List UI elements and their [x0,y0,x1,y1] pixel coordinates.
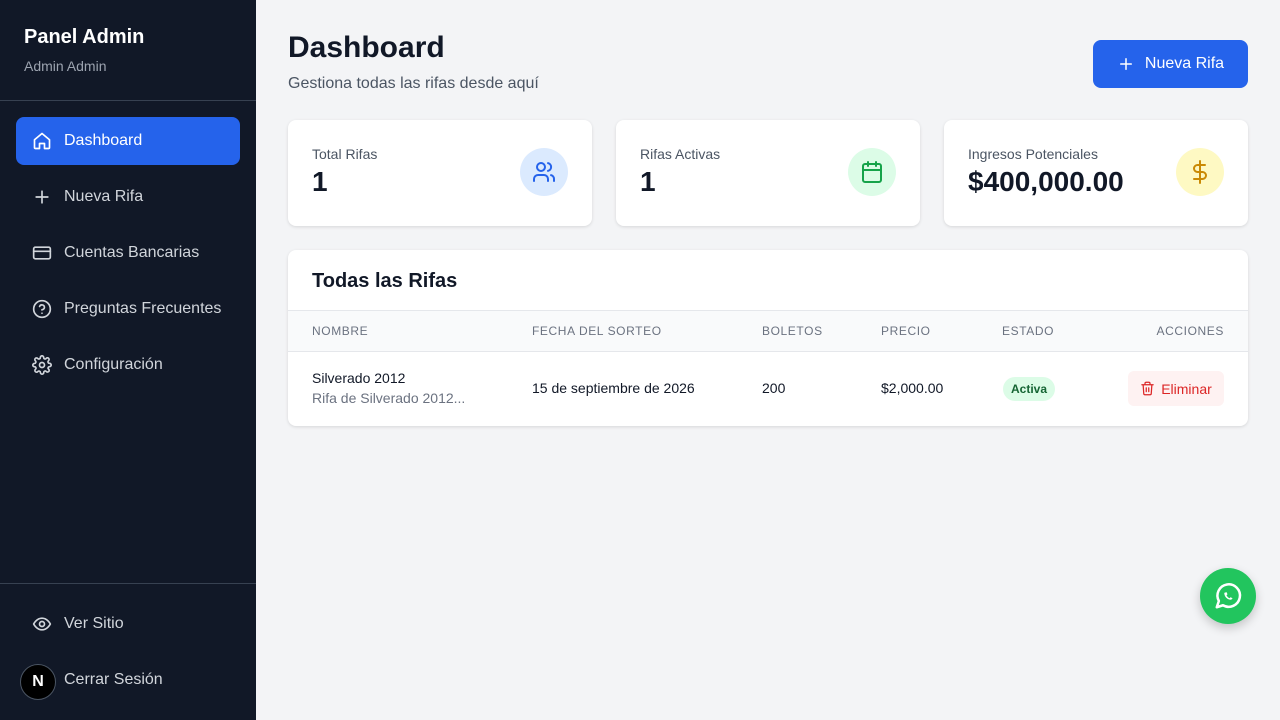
gear-icon [32,355,52,375]
eye-icon [32,614,52,634]
home-icon [32,131,52,151]
raffle-date: 15 de septiembre de 2026 [532,380,695,396]
credit-card-icon [32,243,52,263]
table-title: Todas las Rifas [288,250,1248,311]
sidebar-item-dashboard[interactable]: Dashboard [16,117,240,165]
sidebar-item-ver-sitio[interactable]: Ver Sitio [16,600,240,648]
sidebar-brand: Panel Admin Admin Admin [0,0,256,101]
table-row: Silverado 2012 Rifa de Silverado 2012...… [288,352,1248,425]
sidebar-subtitle: Admin Admin [24,58,107,74]
stat-card-active: Rifas Activas 1 [616,120,920,226]
calendar-icon [848,148,896,196]
trash-icon [1141,381,1154,396]
sidebar-item-label: Dashboard [64,132,143,149]
sidebar-item-label: Configuración [64,356,163,373]
raffles-table-card: Todas las Rifas Nombre Fecha del Sorteo … [288,250,1248,426]
stats-row: Total Rifas 1 Rifas Activas 1 Ingresos P… [288,120,1248,226]
raffle-description: Rifa de Silverado 2012... [312,390,466,406]
help-circle-icon [32,299,52,319]
stat-card-income: Ingresos Potenciales $400,000.00 [944,120,1248,226]
column-header: Boletos [762,324,823,338]
raffle-price: $2,000.00 [881,380,944,396]
sidebar-item-cuentas-bancarias[interactable]: Cuentas Bancarias [16,229,240,277]
sidebar-item-label: Cerrar Sesión [64,671,163,688]
plus-icon [32,187,52,207]
users-icon [520,148,568,196]
table-header: Nombre Fecha del Sorteo Boletos Precio E… [288,311,1248,352]
sidebar-item-preguntas-frecuentes[interactable]: Preguntas Frecuentes [16,285,240,333]
whatsapp-icon [1215,583,1242,609]
new-raffle-label: Nueva Rifa [1144,55,1225,72]
sidebar: Panel Admin Admin Admin Dashboard Nueva … [0,0,256,720]
sidebar-item-label: Preguntas Frecuentes [64,300,222,317]
raffle-name: Silverado 2012 [312,370,406,386]
page-title: Dashboard [288,31,445,64]
sidebar-nav: Dashboard Nueva Rifa Cuentas Bancarias P… [0,101,256,389]
main-content: Dashboard Gestiona todas las rifas desde… [256,0,1280,720]
sidebar-item-configuracion[interactable]: Configuración [16,341,240,389]
new-raffle-button[interactable]: Nueva Rifa [1093,40,1248,88]
sidebar-title: Panel Admin [24,26,145,48]
dev-badge-icon[interactable]: N [20,664,56,700]
delete-label: Eliminar [1161,380,1212,397]
sidebar-item-label: Ver Sitio [64,615,124,632]
column-header: Acciones [1156,324,1224,338]
dollar-icon [1176,148,1224,196]
delete-button[interactable]: Eliminar [1128,371,1224,406]
raffle-tickets: 200 [762,380,786,396]
page-subtitle: Gestiona todas las rifas desde aquí [288,75,539,92]
sidebar-item-label: Nueva Rifa [64,188,144,205]
stat-card-total: Total Rifas 1 [288,120,592,226]
column-header: Precio [881,324,931,338]
column-header: Estado [1002,324,1055,338]
whatsapp-button[interactable] [1200,568,1256,624]
sidebar-item-nueva-rifa[interactable]: Nueva Rifa [16,173,240,221]
status-badge: Activa [1003,377,1056,401]
column-header: Nombre [312,324,369,338]
column-header: Fecha del Sorteo [532,324,662,338]
plus-icon [1119,58,1132,70]
sidebar-item-label: Cuentas Bancarias [64,244,200,261]
